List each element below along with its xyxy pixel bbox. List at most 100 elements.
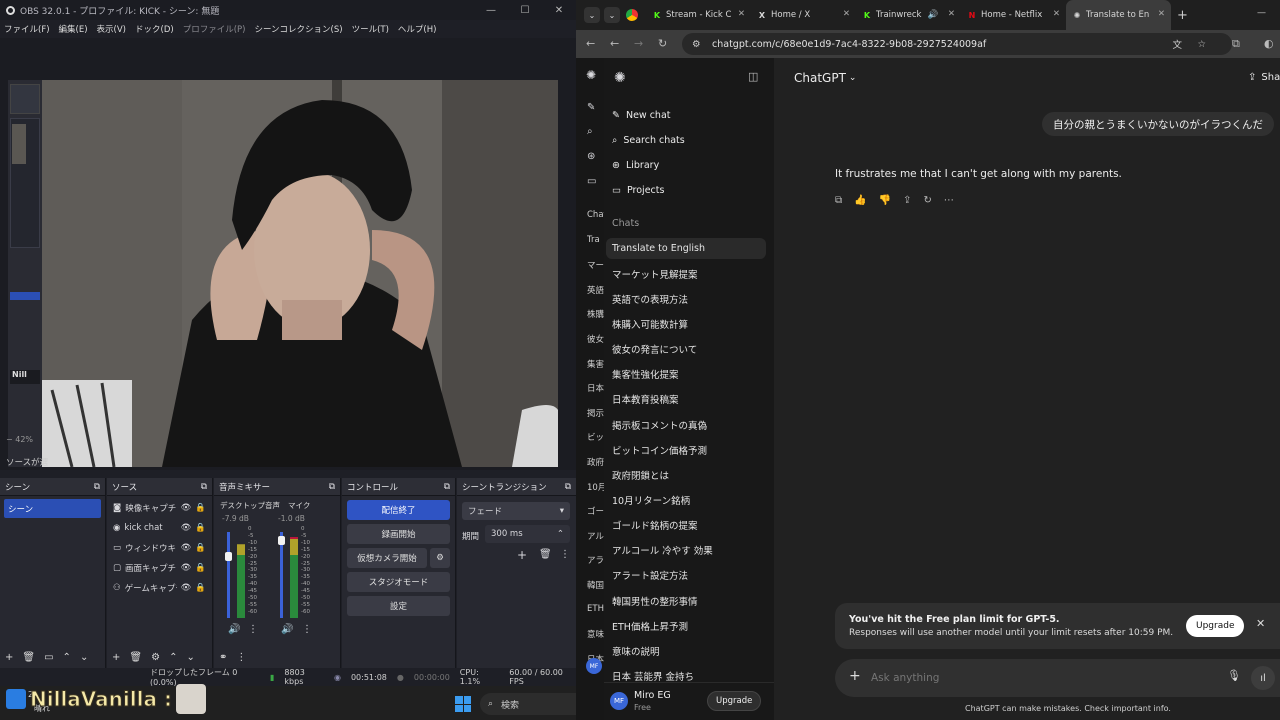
start-recording-button[interactable]: 録画開始 xyxy=(347,524,450,544)
menu-profile[interactable]: プロファイル(P) xyxy=(183,23,246,35)
studio-mode-button[interactable]: スタジオモード xyxy=(347,572,450,592)
edit-icon[interactable]: ✎ xyxy=(587,102,595,113)
copy-icon[interactable]: ⧉ xyxy=(835,195,842,206)
extensions-icon[interactable]: ⧉ xyxy=(1232,37,1240,51)
tab-chatgpt[interactable]: ✺ Translate to En ✕ xyxy=(1066,0,1171,30)
rail-chat-label[interactable]: 株購 xyxy=(587,308,604,320)
move-down-icon[interactable]: ⌄ xyxy=(80,652,88,663)
menu-view[interactable]: 表示(V) xyxy=(97,23,126,35)
tab-group-icon[interactable]: ⌄ xyxy=(604,7,620,23)
bookmark-star-icon[interactable]: ☆ xyxy=(1197,39,1206,50)
remove-transition-icon[interactable]: 🗑 xyxy=(539,549,552,560)
rail-chat-label[interactable]: Tra xyxy=(587,235,604,245)
eye-icon[interactable]: 👁 xyxy=(181,523,192,533)
folder-icon[interactable]: ▭ xyxy=(587,176,596,187)
translate-icon[interactable]: 文 xyxy=(1172,37,1182,51)
menu-file[interactable]: ファイル(F) xyxy=(4,23,50,35)
dock-float-icon[interactable]: ⧉ xyxy=(565,482,571,492)
chat-history-item[interactable]: 意味の説明 xyxy=(606,640,766,661)
speaker-icon[interactable]: 🔊 xyxy=(228,624,240,635)
chat-history-item[interactable]: 日本教育投稿案 xyxy=(606,389,766,410)
rail-chat-label[interactable]: アル xyxy=(587,530,604,542)
move-up-icon[interactable]: ⌃ xyxy=(169,652,177,663)
back-icon[interactable]: ← xyxy=(610,37,619,50)
reload-icon[interactable]: ↻ xyxy=(658,37,667,50)
remove-scene-icon[interactable]: 🗑 xyxy=(22,652,35,663)
move-down-icon[interactable]: ⌄ xyxy=(186,652,194,663)
scene-filter-icon[interactable]: ▭ xyxy=(44,652,53,663)
chat-history-item[interactable]: アルコール 冷やす 効果 xyxy=(606,540,766,561)
chat-history-item[interactable]: Translate to English xyxy=(606,238,766,259)
chat-history-item[interactable]: マーケット見解提案 xyxy=(606,263,766,284)
desktop-volume-knob[interactable] xyxy=(225,552,232,561)
chat-history-item[interactable]: 集客性強化提案 xyxy=(606,364,766,385)
dock-float-icon[interactable]: ⧉ xyxy=(94,482,100,492)
rail-chat-label[interactable]: マー xyxy=(587,259,604,271)
library-button[interactable]: ⊛ Library xyxy=(612,154,766,176)
mixer-menu-icon[interactable]: ⋮ xyxy=(236,652,246,663)
source-row[interactable]: ◙ 映像キャプチ 👁 🔒 xyxy=(107,498,212,518)
thumbs-down-icon[interactable]: 👎 xyxy=(879,195,891,206)
tab-trainwreck[interactable]: K Trainwreck 🔊 ✕ xyxy=(856,0,961,30)
upgrade-button[interactable]: Upgrade xyxy=(1186,615,1245,637)
close-icon[interactable]: ✕ xyxy=(1256,617,1265,630)
thumbs-up-icon[interactable]: 👍 xyxy=(854,195,866,206)
desktop-volume-slider[interactable] xyxy=(227,532,230,618)
mixer-link-icon[interactable]: ⚭ xyxy=(219,652,227,663)
settings-button[interactable]: 設定 xyxy=(347,596,450,616)
chat-history-item[interactable]: 10月リターン銘柄 xyxy=(606,490,766,511)
search-icon[interactable]: ⌕ xyxy=(587,126,593,137)
duration-input[interactable]: 300 ms ⌃ xyxy=(485,525,570,543)
library-icon[interactable]: ⊛ xyxy=(587,151,595,162)
stop-streaming-button[interactable]: 配信終了 xyxy=(347,500,450,520)
ask-input[interactable] xyxy=(871,668,1201,688)
lock-icon[interactable]: 🔒 xyxy=(195,543,206,553)
rail-chat-label[interactable]: アラ xyxy=(587,554,604,566)
close-sidebar-icon[interactable]: ◫ xyxy=(748,70,758,83)
menu-help[interactable]: ヘルプ(H) xyxy=(398,23,437,35)
rail-chat-label[interactable]: 日本 xyxy=(587,382,604,394)
close-tab-icon[interactable]: ✕ xyxy=(1158,9,1165,19)
taskbar-search[interactable]: ⌕ 検索 xyxy=(480,693,576,715)
start-virtual-camera-button[interactable]: 仮想カメラ開始 xyxy=(347,548,427,568)
rail-chat-label[interactable]: 英語 xyxy=(587,284,604,296)
chat-history-item[interactable]: 英語での表現方法 xyxy=(606,288,766,309)
microphone-icon[interactable]: 🎙 xyxy=(1227,669,1241,682)
lock-icon[interactable]: 🔒 xyxy=(195,523,206,533)
openai-logo-icon[interactable]: ✺ xyxy=(614,70,626,86)
model-selector[interactable]: ChatGPT ⌄ xyxy=(794,71,856,85)
rail-chat-label[interactable]: ビッ xyxy=(587,431,604,443)
source-row[interactable]: ▭ウィンドウキャ 👁🔒 xyxy=(107,538,212,558)
site-info-icon[interactable]: ⚙ xyxy=(692,39,701,50)
dock-float-icon[interactable]: ⧉ xyxy=(444,482,450,492)
menu-dots-icon[interactable]: ⋮ xyxy=(248,624,258,635)
source-row[interactable]: ◉ kick chat 👁 🔒 xyxy=(107,518,212,538)
windows-start-icon[interactable] xyxy=(455,696,471,712)
scene-item[interactable]: シーン xyxy=(4,499,101,518)
user-account[interactable]: MF Miro EG Free Upgrade xyxy=(604,682,774,720)
transition-menu-icon[interactable]: ⋮ xyxy=(560,549,570,560)
lock-icon[interactable]: 🔒 xyxy=(195,583,206,593)
add-source-icon[interactable]: + xyxy=(112,652,120,663)
menu-scene-collection[interactable]: シーンコレクション(S) xyxy=(254,23,342,35)
tab-netflix[interactable]: N Home - Netflix ✕ xyxy=(961,0,1066,30)
add-attachment-icon[interactable]: + xyxy=(849,668,861,684)
regenerate-icon[interactable]: ↻ xyxy=(923,195,931,206)
menu-dots-icon[interactable]: ⋮ xyxy=(302,624,312,635)
chat-history-item[interactable]: 政府閉鎖とは xyxy=(606,464,766,485)
menu-tools[interactable]: ツール(T) xyxy=(352,23,389,35)
rail-chat-label[interactable]: 政府 xyxy=(587,456,604,468)
rail-chat-label[interactable]: 集害 xyxy=(587,358,604,370)
chat-history-item[interactable]: 掲示板コメントの真偽 xyxy=(606,414,766,435)
chat-history-item[interactable]: ゴールド銘柄の提案 xyxy=(606,515,766,536)
share-icon[interactable]: ⇪ xyxy=(903,195,911,206)
zoom-level[interactable]: − 42% xyxy=(0,435,60,447)
chat-history-item[interactable]: 株購入可能数計算 xyxy=(606,313,766,334)
tab-kick-stream[interactable]: K Stream - Kick C ✕ xyxy=(646,0,751,30)
voice-mode-icon[interactable]: ıl xyxy=(1251,666,1275,690)
rail-chat-label[interactable]: ゴー xyxy=(587,505,604,517)
remove-source-icon[interactable]: 🗑 xyxy=(129,652,142,663)
menu-edit[interactable]: 編集(E) xyxy=(59,23,88,35)
minimize-icon[interactable]: — xyxy=(1257,8,1266,18)
address-bar[interactable]: ⚙ chatgpt.com/c/68e0e1d9-7ac4-8322-9b08-… xyxy=(682,33,1232,55)
